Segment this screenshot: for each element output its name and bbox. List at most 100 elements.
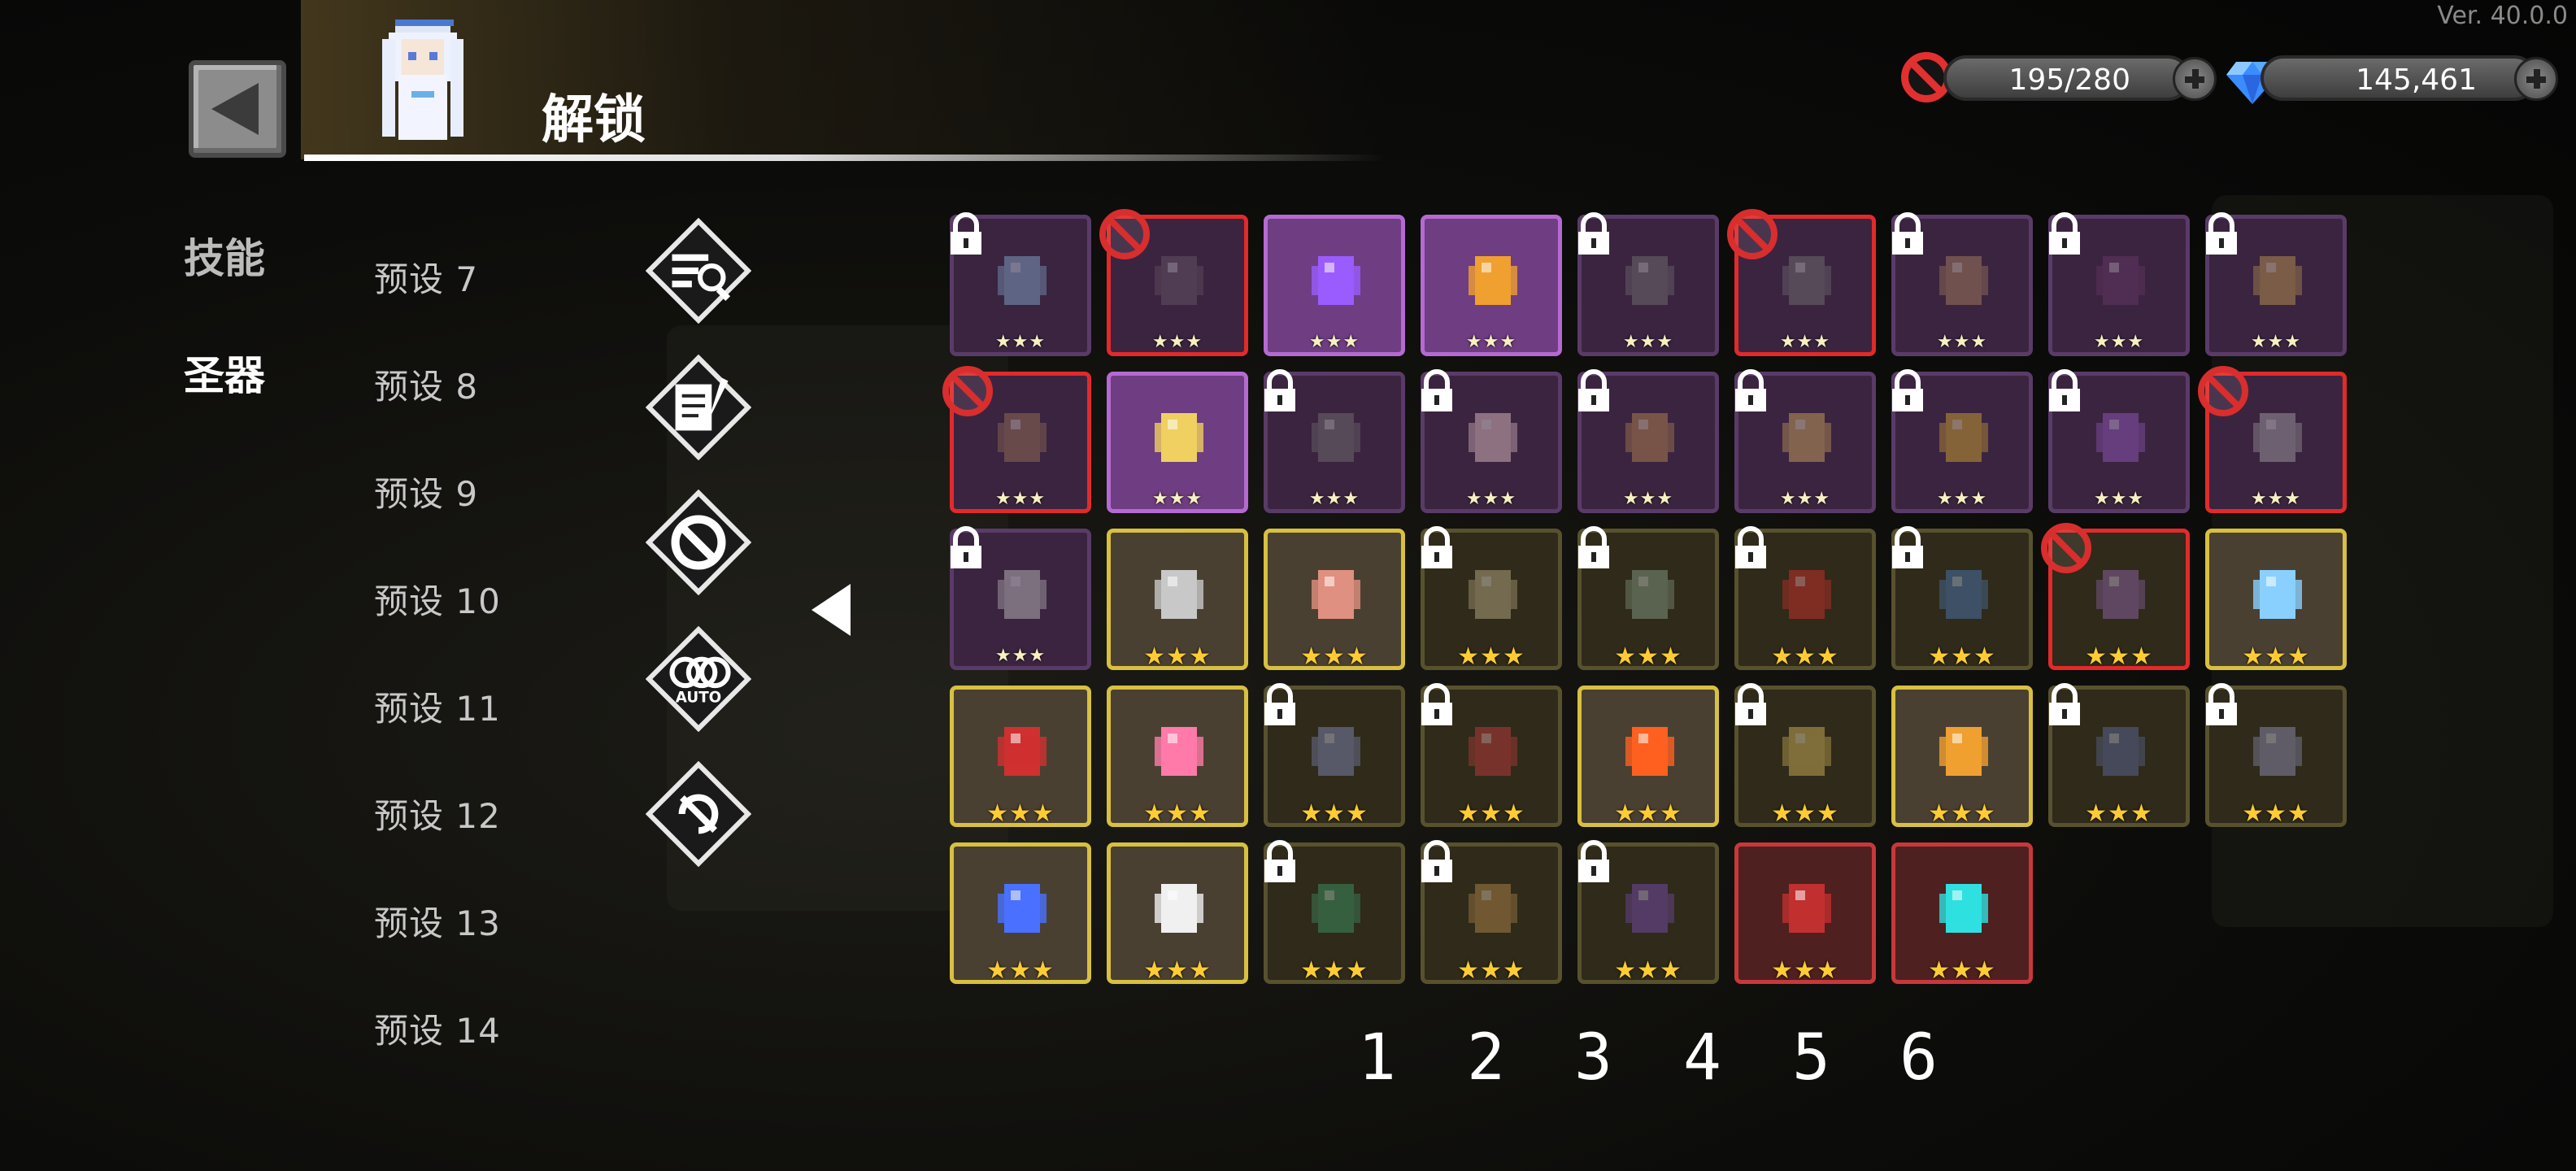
tab-skills[interactable]: 技能 <box>184 226 265 285</box>
relic-slot-broken-frame-relic[interactable]: ★★★ <box>1099 209 1248 356</box>
add-blocked-button[interactable] <box>2173 57 2217 101</box>
ban-filter-icon[interactable] <box>646 490 751 595</box>
scroll-quill-icon[interactable] <box>646 355 751 460</box>
preset-item[interactable]: 预设 10 <box>374 574 501 624</box>
star-rating: ★★★ <box>1300 642 1368 671</box>
star-rating: ★★★ <box>1143 642 1212 671</box>
dark-globe-relic-icon <box>1312 727 1360 776</box>
relic-slot-dagger-relic[interactable]: ★★★ <box>2048 369 2190 513</box>
relic-slot-claw-slash-relic[interactable]: ★★★ <box>2205 683 2347 828</box>
relic-slot-cake-relic[interactable]: ★★★ <box>1421 369 1562 513</box>
star-rating: ★★★ <box>1771 642 1839 671</box>
lock-icon <box>1264 840 1295 882</box>
star-rating: ★★★ <box>2250 332 2302 352</box>
relic-slot-dark-globe-relic[interactable]: ★★★ <box>1264 683 1405 828</box>
relic-slot-dice-relic[interactable]: ★★★ <box>1734 683 1876 828</box>
relic-slot-cyan-flame-relic[interactable]: ★★★ <box>1891 842 2033 985</box>
relic-slot-red-gauntlet-relic[interactable]: ★★★ <box>950 686 1091 828</box>
relic-slot-ankh-relic[interactable]: ★★★ <box>1734 369 1876 513</box>
relic-slot-red-sword-relic[interactable]: ★★★ <box>1421 683 1562 828</box>
relic-slot-clock-egg-relic[interactable]: ★★★ <box>1107 842 1248 985</box>
relic-slot-green-gourd-relic[interactable]: ★★★ <box>1264 840 1405 985</box>
preset-item[interactable]: 预设 11 <box>374 681 501 731</box>
relic-slot-feather-relic[interactable]: ★★★ <box>950 526 1091 670</box>
lock-icon <box>1892 369 1923 411</box>
lock-icon <box>1578 369 1609 411</box>
relic-slot-tombstone-relic[interactable]: ★★★ <box>1107 529 1248 671</box>
relic-slot-gear-relic[interactable]: ★★★ <box>2205 212 2347 356</box>
relic-slot-scroll-relic[interactable]: ★★★ <box>2198 366 2347 513</box>
relic-slot-book-stack-relic[interactable]: ★★★ <box>1891 526 2033 671</box>
relic-slot-treasure-chest-relic[interactable]: ★★★ <box>1891 212 2033 356</box>
collapse-arrow-icon[interactable] <box>812 584 851 636</box>
back-button[interactable] <box>189 60 286 158</box>
relic-slot-medal-relic[interactable]: ★★★ <box>1421 215 1562 356</box>
treasure-chest-relic-icon <box>1939 256 1988 305</box>
relic-slot-purple-hat-relic[interactable]: ★★★ <box>2041 523 2190 671</box>
auto-icon[interactable]: AUTO <box>646 626 751 732</box>
star-rating: ★★★ <box>1779 332 1831 352</box>
lock-icon <box>2206 683 2237 725</box>
star-rating: ★★★ <box>1151 489 1203 509</box>
relic-slot-spellbook-relic[interactable]: ★★★ <box>2048 683 2190 828</box>
preset-item[interactable]: 预设 8 <box>374 359 478 409</box>
tab-relics[interactable]: 圣器 <box>184 343 265 402</box>
number-label: 5 <box>1792 1021 1830 1095</box>
preset-item[interactable]: 预设 14 <box>374 1003 501 1053</box>
spellbook-relic-icon <box>2096 727 2145 776</box>
add-gems-button[interactable] <box>2514 57 2558 101</box>
relic-slot-potion-flask-relic[interactable]: ★★★ <box>1107 686 1248 828</box>
red-dagger-relic-icon <box>1782 884 1831 933</box>
star-rating: ★★★ <box>2085 642 2153 671</box>
relic-slot-feather-quill-relic[interactable]: ★★★ <box>1577 212 1719 356</box>
star-rating: ★★★ <box>1465 489 1517 509</box>
relic-slot-stag-relic[interactable]: ★★★ <box>1421 840 1562 985</box>
relic-slot-cloud-orb-relic[interactable]: ★★★ <box>950 212 1091 356</box>
lock-icon <box>951 526 981 568</box>
search-filter-icon[interactable] <box>646 218 751 324</box>
preset-item[interactable]: 预设 13 <box>374 896 501 946</box>
relic-slot-pouch-relic[interactable]: ★★★ <box>942 366 1091 513</box>
relic-slot-red-dagger-relic[interactable]: ★★★ <box>1734 842 1876 985</box>
relic-slot-crossed-swords-relic[interactable]: ★★★ <box>1107 372 1248 513</box>
star-rating: ★★★ <box>2250 489 2302 509</box>
relic-slot-blue-crystal-relic[interactable]: ★★★ <box>950 842 1091 985</box>
relic-slot-dark-armor-relic[interactable]: ★★★ <box>1727 209 1876 356</box>
dice-relic-icon <box>1782 727 1831 776</box>
relic-slot-goggles-relic[interactable]: ★★★ <box>1264 369 1405 513</box>
relic-slot-ice-antler-relic[interactable]: ★★★ <box>2205 529 2347 671</box>
ankh-relic-icon <box>1782 413 1831 462</box>
gem-count-value: 145,461 <box>2356 63 2477 97</box>
preset-item[interactable]: 预设 12 <box>374 789 501 838</box>
star-rating: ★★★ <box>1779 489 1831 509</box>
relic-slot-dark-claw-relic[interactable]: ★★★ <box>2048 212 2190 356</box>
relic-slot-rune-block-relic[interactable]: ★★★ <box>1577 369 1719 513</box>
green-gourd-relic-icon <box>1312 884 1360 933</box>
relic-slot-ring-relic[interactable]: ★★★ <box>1734 526 1876 671</box>
relic-slot-skull-relic[interactable]: ★★★ <box>1421 526 1562 671</box>
blue-crystal-relic-icon <box>998 884 1046 933</box>
blocked-count-bar: 195/280 <box>1943 55 2191 101</box>
star-rating: ★★★ <box>1928 799 1996 828</box>
pouch-relic-icon <box>998 413 1046 462</box>
lock-icon <box>1421 840 1452 882</box>
relic-slot-amethyst-relic[interactable]: ★★★ <box>1264 215 1405 356</box>
medal-relic-icon <box>1469 256 1517 305</box>
star-rating: ★★★ <box>1622 489 1674 509</box>
star-rating: ★★★ <box>1300 799 1368 828</box>
relic-slot-branch-relic[interactable]: ★★★ <box>1264 529 1405 671</box>
preset-item[interactable]: 预设 9 <box>374 467 478 516</box>
no-auto-icon[interactable] <box>646 761 751 867</box>
star-rating: ★★★ <box>986 799 1055 828</box>
relic-slot-flame-sword-relic[interactable]: ★★★ <box>1577 686 1719 828</box>
relic-slot-bell-relic[interactable]: ★★★ <box>1891 369 2033 513</box>
number-label: 6 <box>1899 1021 1938 1095</box>
relic-slot-purple-lantern-relic[interactable]: ★★★ <box>1577 840 1719 985</box>
star-rating: ★★★ <box>2242 642 2310 671</box>
preset-item[interactable]: 预设 7 <box>374 252 478 302</box>
relic-slot-barrel-relic[interactable]: ★★★ <box>1577 526 1719 671</box>
relic-slot-golden-key-relic[interactable]: ★★★ <box>1891 686 2033 828</box>
character-avatar <box>382 20 463 140</box>
back-arrow-icon <box>211 83 259 135</box>
number-label: 4 <box>1683 1021 1721 1095</box>
